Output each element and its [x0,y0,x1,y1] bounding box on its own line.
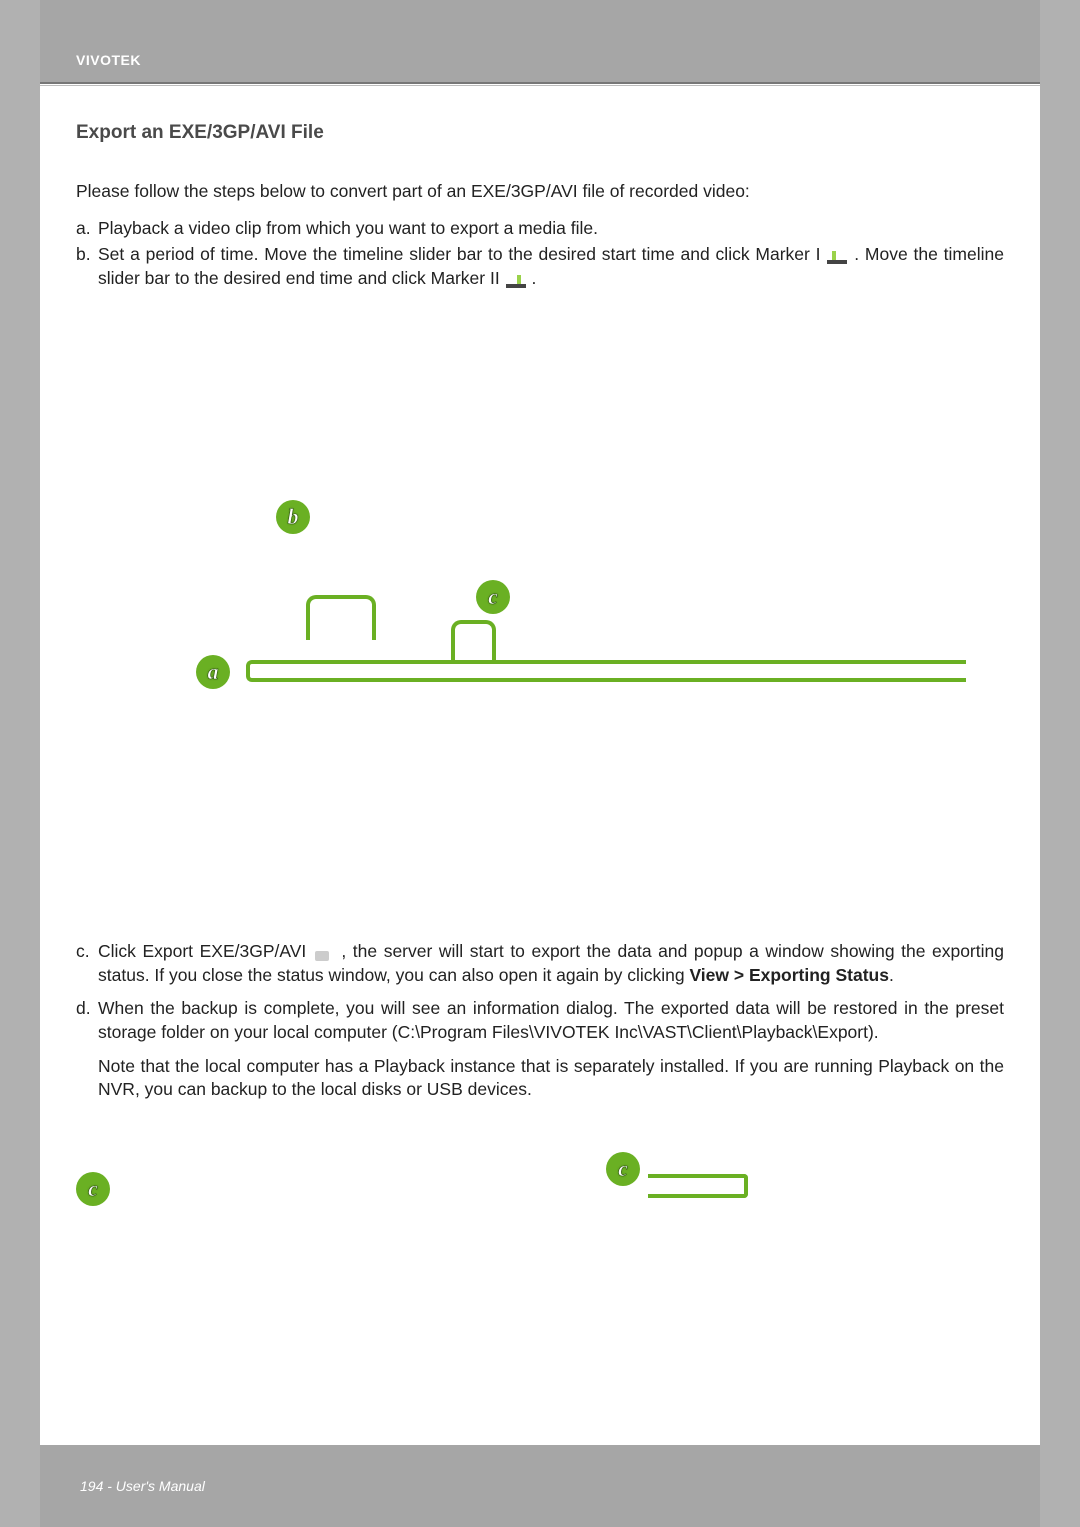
step-c-tail: . [889,965,894,985]
step-b: b. Set a period of time. Move the timeli… [76,243,1004,290]
badge-b: b [276,500,310,534]
header-divider [40,82,1040,84]
step-note: Note that the local computer has a Playb… [76,1055,1004,1102]
callout-a-bracket [246,660,966,682]
badge-c-left: c [76,1172,110,1206]
footer-text: 194 - User's Manual [80,1478,205,1494]
marker-one-icon [826,248,848,262]
page: VIVOTEK Export an EXE/3GP/AVI File Pleas… [40,0,1040,1527]
step-d-label: d. [76,997,98,1044]
step-c-label: c. [76,940,98,987]
page-header: VIVOTEK [40,0,1040,82]
section-title: Export an EXE/3GP/AVI File [76,120,1004,146]
badge-c: c [476,580,510,614]
intro-text: Please follow the steps below to convert… [76,180,1004,204]
page-background: VIVOTEK Export an EXE/3GP/AVI File Pleas… [0,0,1080,1527]
step-a-label: a. [76,217,98,241]
step-b-label: b. [76,243,98,290]
page-footer: 194 - User's Manual [40,1445,1040,1527]
step-a-text: Playback a video clip from which you wan… [98,217,1004,241]
step-a: a. Playback a video clip from which you … [76,217,1004,241]
step-b-pre: Set a period of time. Move the timeline … [98,244,826,264]
diagram-area: b c a [76,500,1004,930]
callout-c-bracket [451,620,496,660]
lower-badges-row: c c [76,1142,1004,1342]
export-icon [313,946,335,960]
step-d-text: When the backup is complete, you will se… [98,997,1004,1044]
step-b-post: . [531,268,536,288]
step-b-text: Set a period of time. Move the timeline … [98,243,1004,290]
content-area: Export an EXE/3GP/AVI File Please follow… [40,86,1040,1342]
note-text: Note that the local computer has a Playb… [98,1055,1004,1102]
badge-c-right: c [606,1152,640,1186]
step-c-text: Click Export EXE/3GP/AVI , the server wi… [98,940,1004,987]
step-c-bold: View > Exporting Status [689,965,889,985]
marker-two-icon [505,272,527,286]
callout-c-right-bracket [648,1174,748,1198]
note-spacer [76,1055,98,1102]
step-d: d. When the backup is complete, you will… [76,997,1004,1044]
step-c-pre: Click Export EXE/3GP/AVI [98,941,313,961]
step-c: c. Click Export EXE/3GP/AVI , the server… [76,940,1004,987]
badge-a: a [196,655,230,689]
callout-b-bracket [306,595,376,640]
brand-label: VIVOTEK [76,52,141,68]
